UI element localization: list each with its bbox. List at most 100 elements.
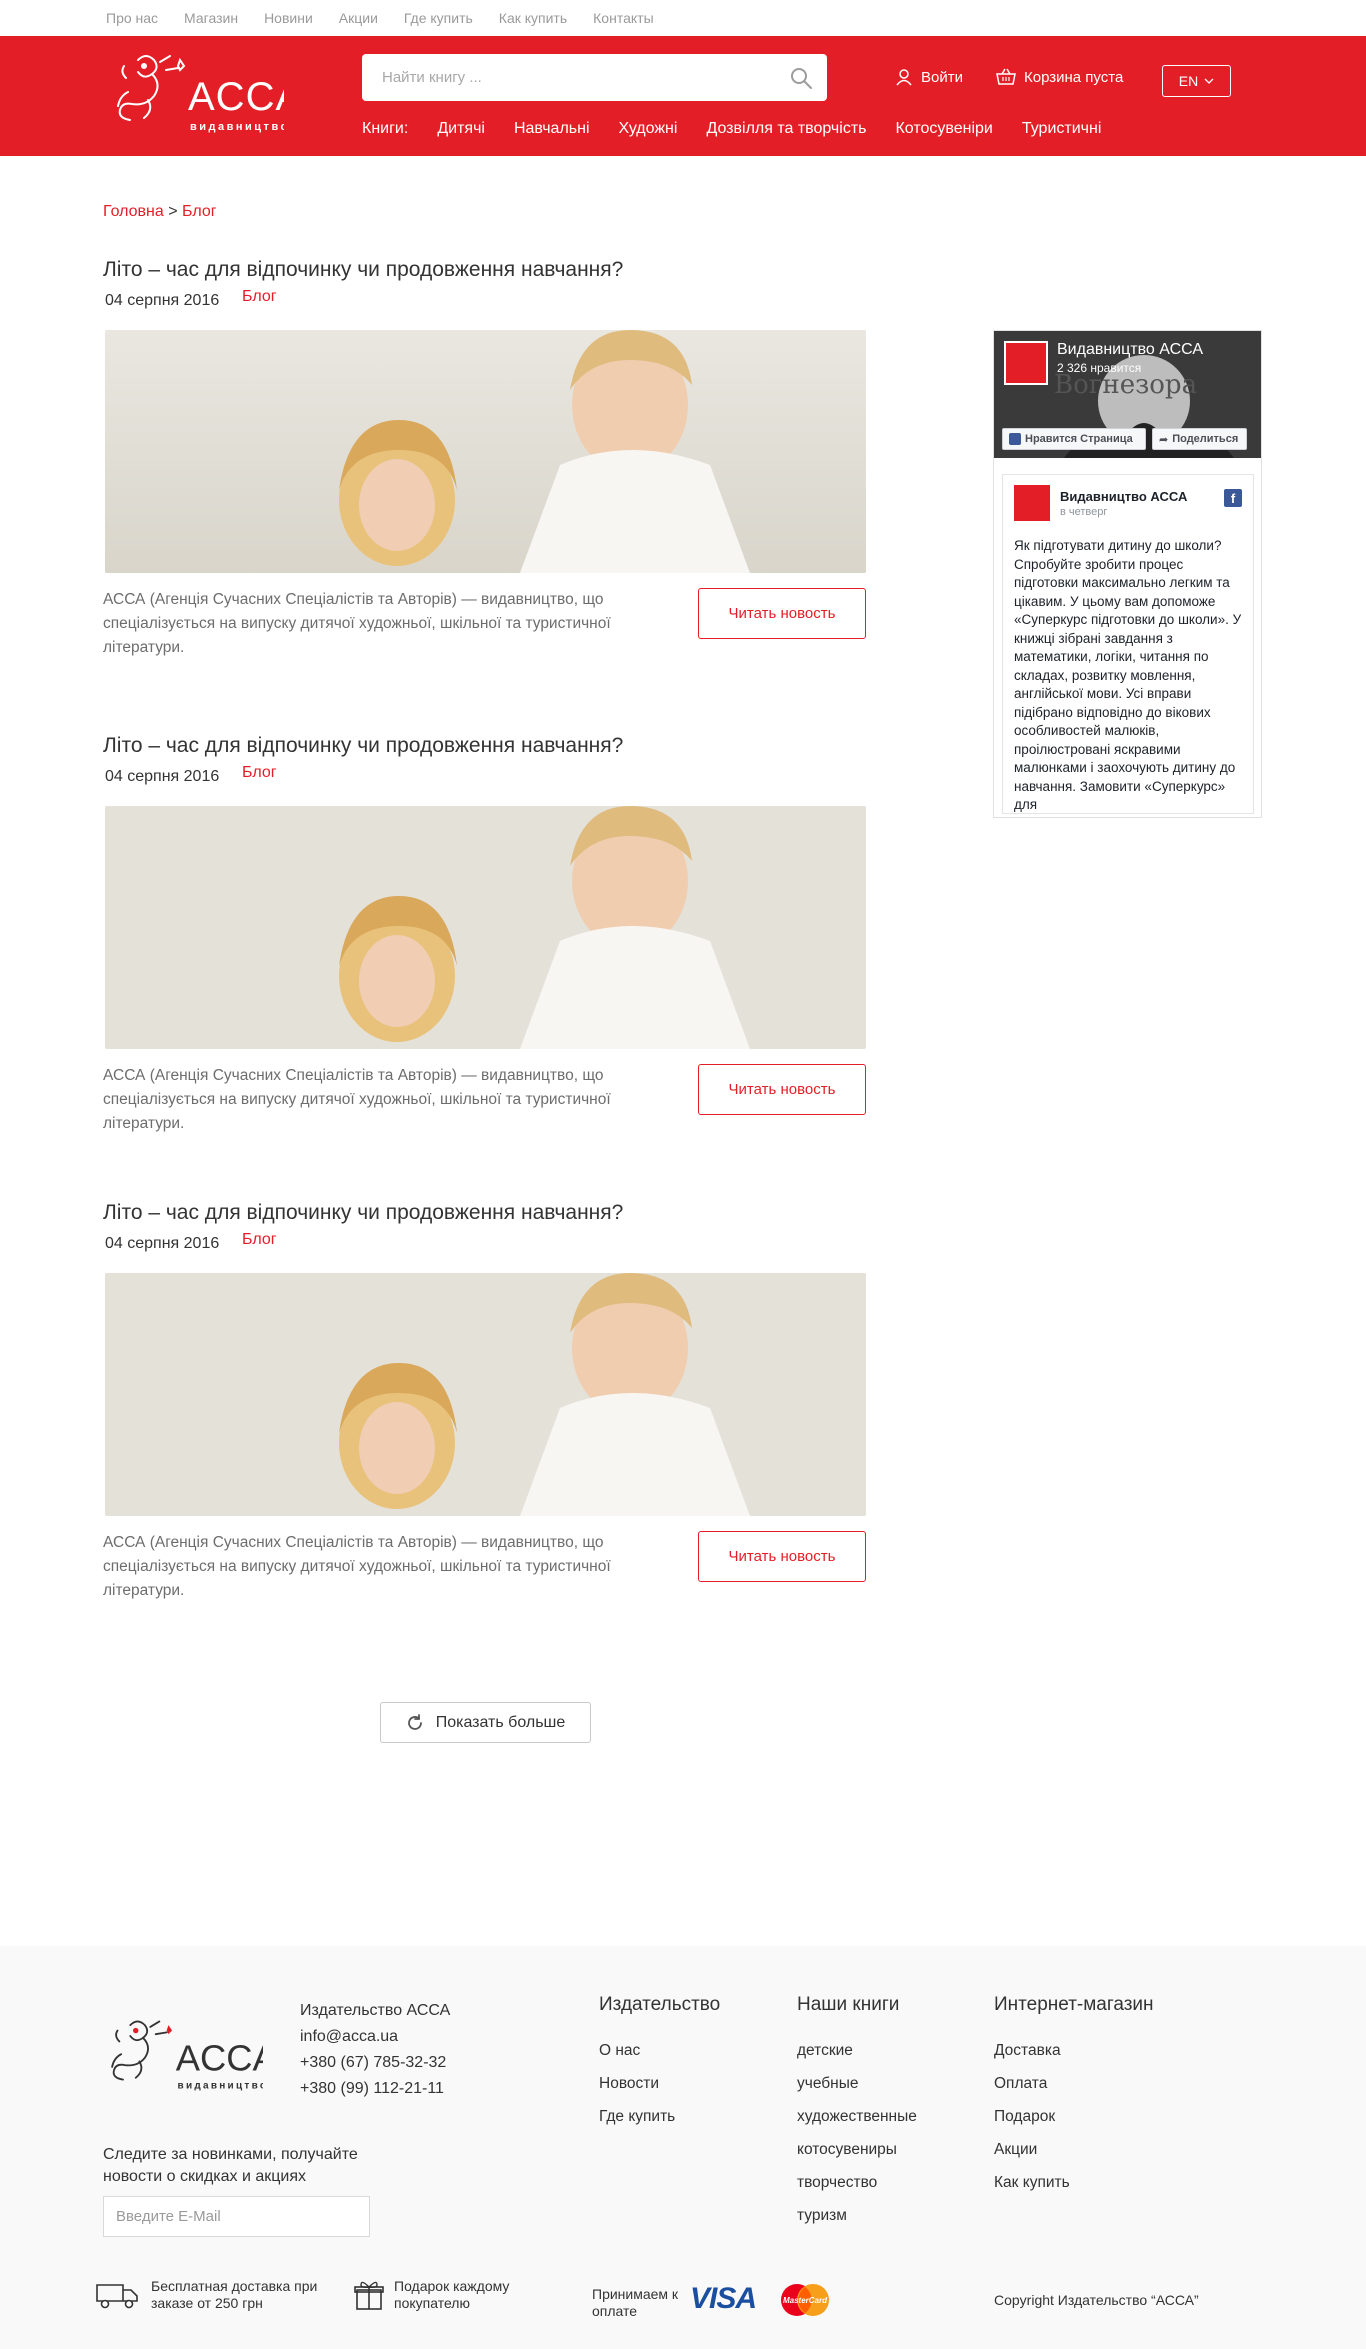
- site-footer: ACCA видавництво Издательство АССА info@…: [0, 1946, 1366, 2349]
- post-tag[interactable]: Блог: [242, 764, 277, 782]
- facebook-like-button[interactable]: Нравится Страница: [1002, 428, 1146, 450]
- facebook-page-name[interactable]: Видавництво АССА: [1057, 341, 1203, 359]
- footer-link[interactable]: Где купить: [599, 2100, 720, 2133]
- post-excerpt: АССА (Агенція Сучасних Спеціалістів та А…: [103, 591, 611, 656]
- post-tag[interactable]: Блог: [242, 1231, 277, 1249]
- facebook-share-button[interactable]: ➦ Поделиться: [1152, 428, 1247, 450]
- facebook-icon[interactable]: f: [1224, 489, 1242, 507]
- post-excerpt: АССА (Агенція Сучасних Спеціалістів та А…: [103, 1067, 611, 1132]
- read-news-button[interactable]: Читать новость: [698, 1531, 866, 1582]
- post-image[interactable]: [105, 330, 866, 573]
- read-news-button[interactable]: Читать новость: [698, 1064, 866, 1115]
- facebook-post-avatar[interactable]: [1014, 485, 1050, 521]
- footer-column-title: Наши книги: [797, 1994, 900, 2015]
- footer-link[interactable]: Как купить: [994, 2166, 1154, 2199]
- top-nav-contacts[interactable]: Контакты: [593, 10, 653, 26]
- visa-logo: VISA: [690, 2282, 757, 2315]
- breadcrumb-home[interactable]: Головна: [103, 203, 164, 220]
- footer-link[interactable]: котосувениры: [797, 2133, 917, 2166]
- footer-link[interactable]: туризм: [797, 2199, 917, 2232]
- footer-link[interactable]: творчество: [797, 2166, 917, 2199]
- footer-link[interactable]: Подарок: [994, 2100, 1154, 2133]
- footer-link[interactable]: Акции: [994, 2133, 1154, 2166]
- children-photo: [105, 1273, 866, 1516]
- footer-logo[interactable]: ACCA видавництво: [103, 2006, 277, 2106]
- facebook-post-date[interactable]: в четверг: [1060, 506, 1107, 518]
- free-delivery-text: Бесплатная доставка при заказе от 250 гр…: [151, 2278, 318, 2311]
- language-label: EN: [1178, 73, 1199, 89]
- search-input[interactable]: [362, 54, 782, 101]
- category-nav: Книги: Дитячі Навчальні Художні Дозвілля…: [362, 120, 1130, 138]
- facebook-post: Видавництво АССА в четверг f Як підготув…: [1002, 474, 1254, 814]
- gift-icon: [354, 2281, 384, 2310]
- top-nav-how-to-buy[interactable]: Как купить: [499, 10, 567, 26]
- footer-link[interactable]: Новости: [599, 2067, 720, 2100]
- post-tag[interactable]: Блог: [242, 288, 277, 306]
- post-title[interactable]: Літо – час для відпочинку чи продовження…: [103, 1201, 866, 1225]
- category-nav-heading: Книги:: [362, 120, 409, 137]
- site-header: ACCA видавництво Войти Корзина пуста EN: [0, 36, 1366, 156]
- post-date: 04 серпня 2016: [105, 292, 220, 309]
- subscribe-text: Следите за новинками, получайте новости …: [103, 2146, 358, 2185]
- top-nav-about[interactable]: Про нас: [106, 10, 158, 26]
- login-label: Войти: [921, 68, 963, 86]
- show-more-label: Показать больше: [435, 1713, 566, 1731]
- payment-label: Принимаем к оплате: [592, 2286, 679, 2319]
- category-nav-cat-souvenirs[interactable]: Котосувеніри: [895, 120, 992, 138]
- footer-column-title: Издательство: [599, 1994, 721, 2015]
- facebook-page-avatar[interactable]: [1004, 341, 1048, 385]
- svg-text:видавництво: видавництво: [190, 121, 284, 133]
- footer-email[interactable]: info@acca.ua: [300, 2024, 450, 2050]
- post-meta: 04 серпня 2016 Блог: [105, 764, 277, 786]
- delivery-truck-icon: [96, 2284, 138, 2309]
- children-photo: [105, 330, 866, 573]
- top-nav-news[interactable]: Новини: [264, 10, 313, 26]
- footer-phone-2[interactable]: +380 (99) 112-21-11: [300, 2076, 450, 2102]
- read-news-button[interactable]: Читать новость: [698, 588, 866, 639]
- facebook-logo-icon: [1009, 433, 1021, 445]
- show-more-button[interactable]: Показать больше: [380, 1702, 591, 1743]
- search-icon[interactable]: [789, 66, 813, 90]
- language-selector[interactable]: EN: [1162, 65, 1231, 97]
- footer-link[interactable]: О нас: [599, 2034, 720, 2067]
- breadcrumb-separator: >: [163, 203, 183, 220]
- category-nav-tourism[interactable]: Туристичні: [1022, 120, 1102, 138]
- facebook-post-author[interactable]: Видавництво АССА: [1060, 489, 1187, 504]
- footer-link[interactable]: детские: [797, 2034, 917, 2067]
- category-nav-educational[interactable]: Навчальні: [514, 120, 590, 138]
- category-nav-leisure[interactable]: Дозвілля та творчість: [706, 120, 866, 138]
- breadcrumb-current[interactable]: Блог: [182, 203, 217, 220]
- post-title[interactable]: Літо – час для відпочинку чи продовження…: [103, 734, 866, 758]
- post-image[interactable]: [105, 806, 866, 1049]
- footer-link[interactable]: Доставка: [994, 2034, 1154, 2067]
- footer-contacts: Издательство АССА info@acca.ua +380 (67)…: [300, 1998, 450, 2102]
- footer-column-publisher: Издательство О нас Новости Где купить: [599, 1994, 720, 2133]
- svg-text:ACCA: ACCA: [188, 75, 284, 119]
- login-link[interactable]: Войти: [895, 68, 963, 86]
- category-nav-children[interactable]: Дитячі: [437, 120, 485, 138]
- category-nav-fiction[interactable]: Художні: [619, 120, 678, 138]
- post-title[interactable]: Літо – час для відпочинку чи продовження…: [103, 258, 866, 282]
- footer-link[interactable]: учебные: [797, 2067, 917, 2100]
- post-date: 04 серпня 2016: [105, 768, 220, 785]
- footer-link[interactable]: Оплата: [994, 2067, 1154, 2100]
- top-nav-promotions[interactable]: Акции: [339, 10, 378, 26]
- site-logo[interactable]: ACCA видавництво: [108, 48, 302, 140]
- post-image[interactable]: [105, 1273, 866, 1516]
- facebook-post-text: Як підготувати дитину до школи? Спробуйт…: [1014, 538, 1242, 812]
- footer-column-books: Наши книги детские учебные художественны…: [797, 1994, 917, 2232]
- top-utility-bar: Про нас Магазин Новини Акции Где купить …: [0, 0, 1366, 36]
- footer-phone-1[interactable]: +380 (67) 785-32-32: [300, 2050, 450, 2076]
- post-meta: 04 серпня 2016 Блог: [105, 288, 277, 310]
- chevron-down-icon: [1204, 78, 1214, 84]
- facebook-cover[interactable]: Вогнезора Видавництво АССА 2 326 нравитс…: [994, 331, 1261, 458]
- cart-link[interactable]: Корзина пуста: [996, 68, 1123, 86]
- top-nav-shop[interactable]: Магазин: [184, 10, 238, 26]
- post-excerpt: АССА (Агенція Сучасних Спеціалістів та А…: [103, 1534, 611, 1599]
- footer-link[interactable]: художественные: [797, 2100, 917, 2133]
- svg-text:MasterCard: MasterCard: [783, 2296, 828, 2305]
- facebook-page-widget: Вогнезора Видавництво АССА 2 326 нравитс…: [993, 330, 1262, 818]
- subscribe-email-input[interactable]: [103, 2196, 370, 2237]
- copyright: Copyright Издательство “АССА”: [994, 2292, 1199, 2308]
- top-nav-where-to-buy[interactable]: Где купить: [404, 10, 473, 26]
